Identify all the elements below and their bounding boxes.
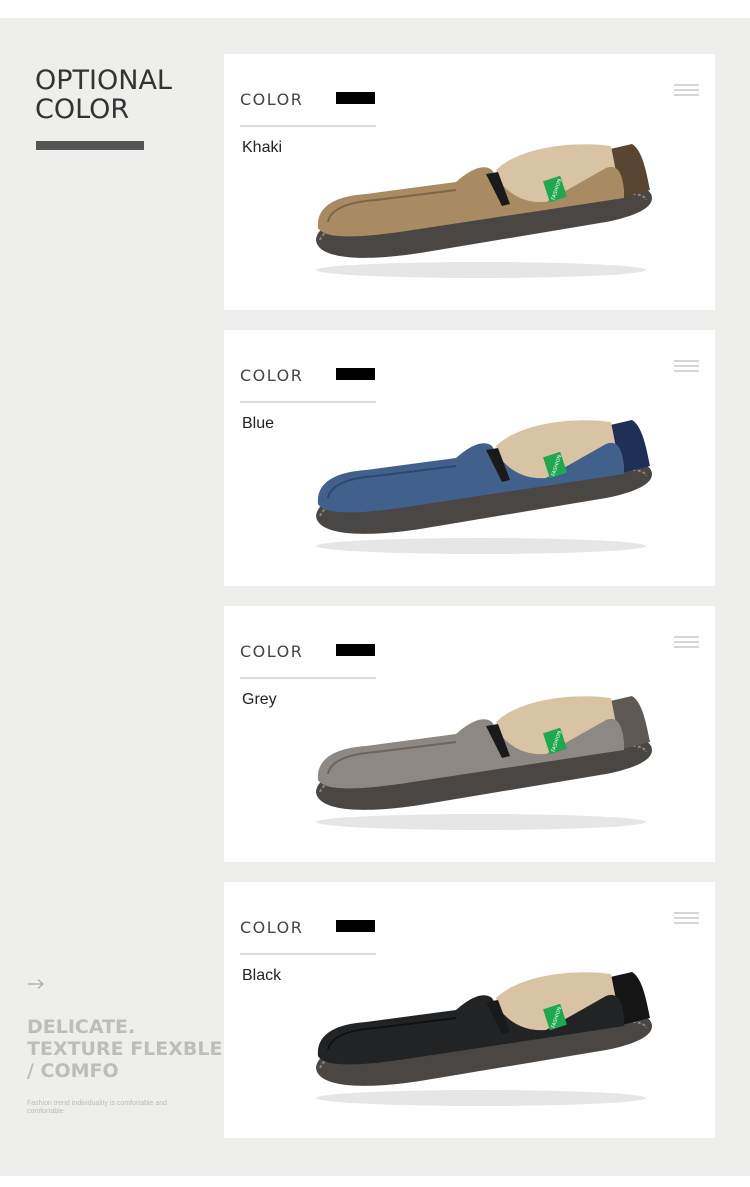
color-name: Blue <box>242 415 275 432</box>
color-name: Khaki <box>242 139 283 156</box>
hamburger-icon <box>674 84 699 97</box>
tagline-line3: / COMFO <box>27 1060 119 1082</box>
shoe-image: FASHION <box>316 696 652 830</box>
color-swatch <box>336 368 375 380</box>
shoe-image: FASHION <box>316 144 652 278</box>
color-swatch <box>336 92 375 104</box>
page-background: OPTIONAL COLOR DELICATE. TEXTURE FLEXBLE… <box>0 18 750 1176</box>
title-underline-bar <box>36 141 144 150</box>
color-option-card-black[interactable]: COLOR Black FASHION <box>224 882 715 1138</box>
color-option-card-blue[interactable]: COLOR Blue FASHION <box>224 330 715 586</box>
hamburger-icon <box>674 360 699 373</box>
color-name: Black <box>242 967 282 984</box>
section-title-line2: COLOR <box>35 94 130 125</box>
color-swatch <box>336 644 375 656</box>
shoe-image: FASHION <box>316 420 652 554</box>
tagline-line2: TEXTURE FLEXBLE <box>27 1038 223 1060</box>
color-option-card-grey[interactable]: COLOR Grey FASHION <box>224 606 715 862</box>
color-label: COLOR <box>240 642 304 661</box>
color-label: COLOR <box>240 366 304 385</box>
color-name: Grey <box>242 691 277 708</box>
hamburger-icon <box>674 912 699 925</box>
color-option-card-khaki[interactable]: COLOR Khaki FASHION <box>224 54 715 310</box>
hamburger-icon <box>674 636 699 649</box>
section-title: OPTIONAL COLOR <box>35 66 172 124</box>
tagline-heading: DELICATE. TEXTURE FLEXBLE / COMFO <box>27 1016 227 1082</box>
color-label: COLOR <box>240 918 304 937</box>
shoe-image: FASHION <box>316 972 652 1106</box>
color-label: COLOR <box>240 90 304 109</box>
section-title-line1: OPTIONAL <box>35 65 172 96</box>
arrow-right-icon <box>28 979 44 989</box>
tagline-line1: DELICATE. <box>27 1016 136 1038</box>
color-swatch <box>336 920 375 932</box>
tagline-subtext: Fashion trend individuality is comfortab… <box>27 1100 168 1115</box>
